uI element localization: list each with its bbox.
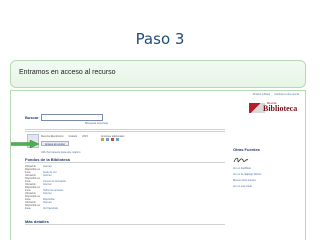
- record-year: 2015: [82, 135, 88, 138]
- email-icon[interactable]: [111, 138, 114, 141]
- availability-key: Disponible en línea: [25, 204, 41, 211]
- callout-box: Entramos en acceso al recurso: [10, 60, 306, 88]
- sidebar-title: Otras Fuentes: [233, 147, 260, 152]
- record-access: Gratuito: [68, 135, 78, 138]
- search-input[interactable]: [41, 114, 103, 121]
- record-meta: Recurso Electrónico Gratuito 2015: [41, 135, 88, 138]
- export-icon[interactable]: [116, 138, 119, 141]
- sidebar-link[interactable]: Ver en la catálogo Winton: [233, 173, 262, 176]
- slide-title: Paso 3: [135, 30, 185, 48]
- record-type: Recurso Electrónico: [41, 135, 64, 138]
- access-resource-button[interactable]: Acceso al recurso: [41, 141, 69, 146]
- advanced-search-link[interactable]: Búsqueda avanzada: [85, 122, 108, 125]
- embedded-screenshot: Mi área (Ulises) Cambiar a otra cuenta R…: [10, 90, 306, 240]
- availability-value[interactable]: Ver Facsimile: [43, 207, 58, 210]
- search-label: Buscar: [25, 115, 39, 120]
- print-icon[interactable]: [106, 138, 109, 141]
- star-icon[interactable]: [101, 138, 104, 141]
- divider: [25, 224, 225, 225]
- top-link-my-area[interactable]: Mi área (Ulises): [253, 93, 271, 96]
- action-icons: [101, 138, 119, 141]
- divider: [25, 131, 225, 132]
- holding-row: Ubicación Internet Disponible en línea Ver…: [25, 201, 58, 211]
- green-arrow-icon: [11, 140, 39, 148]
- signature-icon: [233, 157, 249, 163]
- sidebar-link[interactable]: Ver en este título: [233, 185, 252, 188]
- permalink-link[interactable]: URL Permanente para este registro: [41, 151, 80, 154]
- library-logo: Red de Biblioteca: [249, 101, 298, 117]
- sidebar-link[interactable]: Ver en FanBook: [233, 167, 251, 170]
- divider: [25, 129, 225, 130]
- divider: [25, 162, 225, 163]
- top-link-switch-account[interactable]: Cambiar a otra cuenta: [274, 93, 299, 96]
- logo-name: Biblioteca: [263, 104, 298, 113]
- sidebar-link[interactable]: Buscar otras fuentes: [233, 179, 256, 182]
- callout-text: Entramos en acceso al recurso: [19, 69, 116, 76]
- top-links: Mi área (Ulises) Cambiar a otra cuenta: [253, 93, 299, 96]
